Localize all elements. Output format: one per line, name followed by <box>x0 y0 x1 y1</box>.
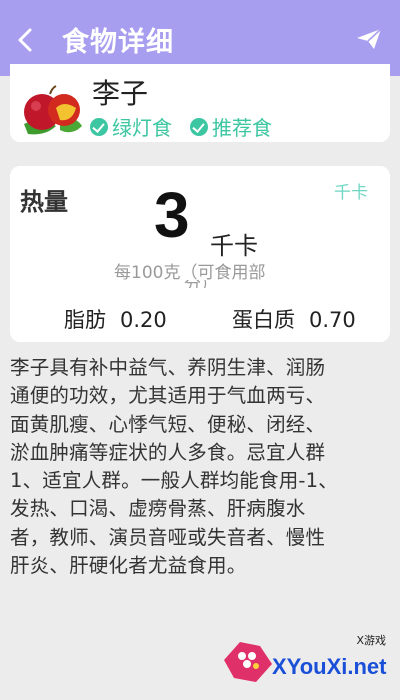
watermark: X游戏 XYouXi.net <box>220 628 390 692</box>
check-circle-icon <box>190 117 208 136</box>
plum-image <box>24 85 82 135</box>
description-line: 发热、口渴、虚痨骨蒸、肝病腹水 <box>10 497 306 521</box>
description-line: 1、适宜人群。一般人群均能食用-1、 <box>10 469 338 493</box>
nutrient-name: 蛋白质 <box>232 308 295 332</box>
description-line: 者，教师、演员音哑或失音者、慢性 <box>10 525 326 549</box>
description-line: 面黄肌瘦、心悸气短、便秘、闭经、 <box>10 412 326 436</box>
page-title: 食物详细 <box>62 27 174 58</box>
nutrient-value: 0.70 <box>309 308 356 332</box>
description-line: 肝炎、肝硬化者尤益食用。 <box>10 554 247 578</box>
watermark-text: XYouXi.net <box>272 654 387 679</box>
serving-basis-overflow: 分） <box>114 280 254 288</box>
description-line: 通便的功效，尤其适用于气血两亏、 <box>10 384 326 408</box>
tag-label: 绿灯食 <box>112 116 172 140</box>
unit-switch-link[interactable]: 千卡 <box>334 178 368 203</box>
nutrient-name: 脂肪 <box>64 308 106 332</box>
description-line: 李子具有补中益气、养阴生津、润肠 <box>10 356 326 379</box>
food-description: 李子具有补中益气、养阴生津、润肠 通便的功效，尤其适用于气血两亏、 面黄肌瘦、心… <box>10 354 390 580</box>
description-line: 淤血肿痛等症状的人多食。忌宜人群 <box>10 440 326 464</box>
nutrient-fat: 脂肪 0.20 <box>64 304 167 334</box>
calorie-label: 热量 <box>20 188 68 216</box>
food-name: 李子 <box>92 77 149 110</box>
food-summary-card: 李子 绿灯食 推荐食 <box>10 64 390 142</box>
tag-green-light[interactable]: 绿灯食 <box>90 112 172 141</box>
check-circle-icon <box>90 117 108 136</box>
gamepad-logo-icon <box>224 642 272 682</box>
nutrient-protein: 蛋白质 0.70 <box>232 304 356 334</box>
tag-recommended[interactable]: 推荐食 <box>190 112 272 141</box>
calorie-unit: 千卡 <box>210 232 258 260</box>
send-icon[interactable] <box>356 28 382 50</box>
serving-basis-overflow-text: 分） <box>184 280 218 288</box>
calorie-card: 热量 千卡 3 千卡 每100克（可食用部 分） 脂肪0.20 蛋白质0.70 <box>10 166 390 342</box>
calorie-value: 3 <box>154 179 190 251</box>
back-arrow-icon[interactable] <box>14 26 38 54</box>
watermark-small-text: X游戏 <box>356 634 386 647</box>
tag-label: 推荐食 <box>212 116 272 140</box>
nutrient-value: 0.20 <box>120 308 167 332</box>
